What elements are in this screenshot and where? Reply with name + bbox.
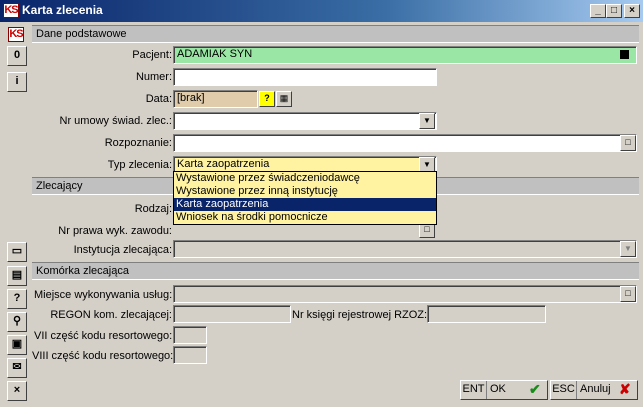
ks-logo-icon: KS [8,27,24,42]
dropdown-option-selected[interactable]: Karta zaopatrzenia [174,198,436,211]
rzoz-label: Nr księgi rejestrowej RZOZ: [292,309,428,321]
viii-code-label: VIII część kodu resortowego: [32,350,174,362]
app-logo-icon: KS [3,3,19,18]
place-label: Miejsce wykonywania usług: [34,289,173,301]
calculator-icon[interactable]: ▤ [7,266,27,286]
ok-button[interactable]: ENT OK ✔ [460,380,548,400]
close-window-icon[interactable]: × [624,4,640,18]
chevron-down-icon[interactable]: ▼ [419,113,435,129]
patient-label: Pacjent: [132,49,172,61]
window-title: Karta zlecenia [22,3,103,17]
cross-icon: ✘ [619,381,631,397]
cancel-button[interactable]: ESC Anuluj ✘ [550,380,638,400]
number-label: Numer: [135,71,172,83]
section-unit: Komórka zlecająca [32,262,639,280]
institution-select[interactable] [173,240,637,258]
dropdown-option[interactable]: Wystawione przez inną instytucję [174,185,436,198]
contract-label: Nr umowy świad. zlec.: [59,115,172,127]
place-field[interactable] [173,285,637,303]
diagnosis-label: Rozpoznanie: [104,137,172,149]
patient-select-icon[interactable] [620,50,629,59]
calendar-icon[interactable]: ▦ [276,91,292,107]
regon-field[interactable] [173,305,291,323]
picture-icon[interactable]: ▣ [7,335,27,355]
search-icon[interactable]: ⚲ [7,312,27,332]
cancel-label: Anuluj [580,383,611,395]
close-button[interactable]: × [7,381,27,401]
monitor-icon[interactable]: ▭ [7,242,27,262]
date-field[interactable]: [brak] [173,90,258,108]
regon-label: REGON kom. zlecającej: [50,309,172,321]
date-help-button[interactable]: ? [259,91,275,107]
kind-label: Rodzaj: [134,203,172,215]
number-input[interactable] [173,68,437,86]
diagnosis-field[interactable] [173,134,637,152]
diagnosis-lookup-icon[interactable]: □ [620,135,636,151]
order-type-dropdown: Wystawione przez świadczeniodawcę Wystaw… [173,171,437,225]
contract-select[interactable] [173,112,437,130]
zero-button[interactable]: 0 [7,46,27,66]
help-button[interactable]: ? [7,289,27,309]
institution-label: Instytucja zlecająca: [73,244,172,256]
envelope-icon[interactable]: ✉ [7,358,27,378]
maximize-icon[interactable]: □ [606,4,622,18]
minimize-icon[interactable]: _ [590,4,606,18]
check-icon: ✔ [529,381,541,397]
patient-field[interactable]: ADAMIAK SYN [173,46,637,64]
date-label: Data: [145,93,172,105]
ok-key-label: ENT [461,381,487,399]
cancel-key-label: ESC [551,381,577,399]
license-label: Nr prawa wyk. zawodu: [58,225,172,237]
info-button[interactable]: i [7,72,27,92]
viii-code-field[interactable] [173,346,207,364]
order-type-label: Typ zlecenia: [107,159,172,171]
rzoz-field[interactable] [427,305,546,323]
vii-code-field[interactable] [173,326,207,344]
place-lookup-icon[interactable]: □ [620,286,636,302]
dropdown-option[interactable]: Wystawione przez świadczeniodawcę [174,172,436,185]
chevron-down-icon[interactable]: ▼ [620,241,636,257]
dropdown-option[interactable]: Wniosek na środki pomocnicze [174,211,436,224]
vii-code-label: VII część kodu resortowego: [34,330,173,342]
ok-label: OK [490,383,506,395]
section-basic: Dane podstawowe [32,25,639,43]
